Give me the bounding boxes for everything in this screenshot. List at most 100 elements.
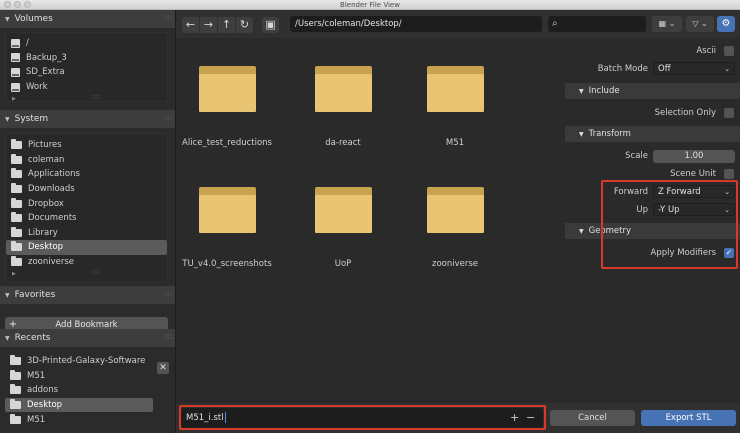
folder-icon bbox=[11, 226, 22, 237]
forward-button[interactable]: → bbox=[200, 17, 217, 33]
ascii-label: Ascii bbox=[696, 46, 716, 56]
system-item[interactable]: Library bbox=[6, 226, 167, 241]
chevron-down-icon: ⌄ bbox=[724, 206, 730, 214]
filename-text: M51_i.stl bbox=[186, 413, 224, 423]
transform-section-header[interactable]: ▼ Transform bbox=[565, 126, 740, 142]
window-titlebar: Blender File View bbox=[0, 0, 740, 10]
folder-icon bbox=[198, 66, 256, 112]
folder-item[interactable]: UoP bbox=[288, 187, 398, 269]
batch-mode-dropdown[interactable]: Off ⌄ bbox=[653, 62, 735, 75]
drag-grip-icon[interactable]: ∷∷ bbox=[164, 14, 172, 22]
refresh-button[interactable]: ↻ bbox=[236, 17, 253, 33]
selection-only-checkbox[interactable] bbox=[724, 108, 734, 118]
system-item[interactable]: Pictures bbox=[6, 138, 167, 153]
folder-item[interactable]: TU_v4.0_screenshots bbox=[172, 187, 282, 269]
system-header[interactable]: ▼ System ∷∷ bbox=[0, 110, 175, 128]
folder-icon bbox=[426, 66, 484, 112]
recent-item[interactable]: M51 bbox=[5, 369, 153, 384]
system-item[interactable]: coleman bbox=[6, 153, 167, 168]
settings-button[interactable]: ⚙ bbox=[717, 16, 735, 32]
system-item-selected[interactable]: Desktop bbox=[6, 240, 167, 255]
text-caret bbox=[224, 412, 226, 423]
recent-item[interactable]: M51 bbox=[5, 412, 153, 427]
volume-item[interactable]: Backup_3 bbox=[6, 51, 167, 66]
grip-icon: ∷∷∷ bbox=[91, 94, 101, 102]
folder-item[interactable]: zooniverse bbox=[400, 187, 510, 269]
system-item[interactable]: Downloads bbox=[6, 182, 167, 197]
include-section-header[interactable]: ▼ Include bbox=[565, 83, 740, 99]
volumes-header[interactable]: ▼ Volumes ∷∷ bbox=[0, 10, 175, 28]
search-input[interactable]: ⌕ bbox=[548, 16, 646, 32]
drive-icon bbox=[11, 53, 20, 63]
window-title: Blender File View bbox=[340, 1, 400, 9]
recent-item[interactable]: 3D-Printed-Galaxy-Software bbox=[5, 354, 153, 369]
volume-item[interactable]: / bbox=[6, 36, 167, 51]
filename-input[interactable]: M51_i.stl + − bbox=[181, 408, 543, 428]
directory-path-field[interactable]: /Users/coleman/Desktop/ bbox=[290, 16, 542, 32]
recent-item-selected[interactable]: Desktop bbox=[5, 397, 153, 413]
apply-modifiers-checkbox[interactable]: ✓ bbox=[724, 248, 734, 258]
back-button[interactable]: ← bbox=[182, 17, 199, 33]
folder-name: TU_v4.0_screenshots bbox=[182, 259, 272, 269]
drive-icon bbox=[11, 67, 20, 77]
drive-icon bbox=[11, 82, 20, 92]
system-item[interactable]: Documents bbox=[6, 211, 167, 226]
new-folder-icon: ▣ bbox=[265, 18, 276, 31]
folder-icon bbox=[11, 183, 22, 194]
apply-modifiers-label: Apply Modifiers bbox=[650, 248, 717, 258]
file-browser: Alice_test_reductions da-react M51 TU_v4… bbox=[176, 38, 565, 403]
folder-item[interactable]: Alice_test_reductions bbox=[172, 66, 282, 148]
scale-label: Scale bbox=[625, 151, 648, 161]
folder-icon bbox=[11, 212, 22, 223]
volume-item[interactable]: SD_Extra bbox=[6, 65, 167, 80]
scale-field[interactable]: 1.00 bbox=[653, 150, 735, 163]
cancel-button[interactable]: Cancel bbox=[550, 410, 635, 426]
ascii-checkbox[interactable] bbox=[724, 46, 734, 56]
export-stl-button[interactable]: Export STL bbox=[641, 410, 736, 426]
favorites-header[interactable]: ▼ Favorites ∷∷ bbox=[0, 286, 175, 304]
new-folder-button[interactable]: ▣ bbox=[262, 17, 279, 33]
parent-directory-button[interactable]: ↑ bbox=[218, 17, 235, 33]
folder-item[interactable]: da-react bbox=[288, 66, 398, 148]
drag-grip-icon[interactable]: ∷∷ bbox=[164, 290, 172, 298]
collapse-triangle-icon: ▼ bbox=[579, 87, 584, 95]
display-mode-dropdown[interactable]: ▦ ⌄ bbox=[652, 16, 682, 32]
folder-icon bbox=[10, 399, 21, 410]
volumes-list: / Backup_3 SD_Extra Work ▶ ∷∷∷ bbox=[5, 32, 168, 102]
system-item[interactable]: Dropbox bbox=[6, 196, 167, 211]
checkmark-icon: ✓ bbox=[725, 248, 733, 257]
folder-name: M51 bbox=[445, 138, 465, 148]
arrow-up-icon: ↑ bbox=[221, 18, 232, 31]
remove-recent-button[interactable]: ✕ bbox=[157, 362, 169, 374]
drag-grip-icon[interactable]: ∷∷ bbox=[164, 333, 172, 341]
folder-icon bbox=[10, 413, 21, 424]
expand-triangle-icon: ▶ bbox=[12, 95, 16, 102]
forward-axis-dropdown[interactable]: Z Forward ⌄ bbox=[653, 185, 735, 198]
recent-item[interactable]: addons bbox=[5, 383, 153, 398]
forward-label: Forward bbox=[613, 187, 648, 197]
scene-unit-checkbox[interactable] bbox=[724, 169, 734, 179]
system-item[interactable]: Applications bbox=[6, 167, 167, 182]
refresh-icon: ↻ bbox=[239, 18, 250, 31]
batch-mode-label: Batch Mode bbox=[597, 64, 648, 74]
volume-item[interactable]: Work bbox=[6, 80, 167, 95]
drag-grip-icon[interactable]: ∷∷ bbox=[164, 114, 172, 122]
list-resize-handle[interactable]: ▶ ∷∷∷ bbox=[6, 269, 167, 278]
chevron-down-icon: ⌄ bbox=[724, 65, 730, 73]
folder-icon bbox=[426, 187, 484, 233]
folder-icon bbox=[11, 197, 22, 208]
up-axis-dropdown[interactable]: -Y Up ⌄ bbox=[653, 203, 735, 216]
increment-button[interactable]: + bbox=[510, 408, 519, 428]
system-item[interactable]: zooniverse bbox=[6, 255, 167, 270]
search-icon: ⌕ bbox=[552, 18, 558, 29]
folder-name: da-react bbox=[325, 138, 361, 148]
drive-icon bbox=[11, 38, 20, 48]
geometry-section-header[interactable]: ▼ Geometry bbox=[565, 223, 740, 239]
folder-item[interactable]: M51 bbox=[400, 66, 510, 148]
filter-dropdown[interactable]: ▽ ⌄ bbox=[686, 16, 714, 32]
list-resize-handle[interactable]: ▶ ∷∷∷ bbox=[6, 94, 167, 103]
decrement-button[interactable]: − bbox=[526, 408, 535, 428]
recents-list: 3D-Printed-Galaxy-Software M51 addons De… bbox=[5, 352, 153, 433]
up-label: Up bbox=[636, 205, 648, 215]
recents-header[interactable]: ▼ Recents ∷∷ bbox=[0, 329, 175, 347]
